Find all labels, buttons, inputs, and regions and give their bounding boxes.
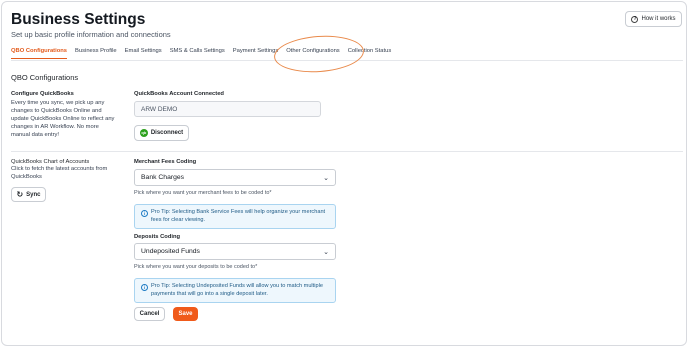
save-button[interactable]: Save [173, 307, 198, 321]
configure-quickbooks-info: Configure QuickBooks Every time you sync… [11, 91, 117, 139]
chevron-down-icon: ⌄ [323, 174, 329, 182]
page-title: Business Settings [11, 11, 146, 28]
deposits-hint: Pick where you want your deposits to be … [134, 264, 258, 270]
chevron-down-icon: ⌄ [323, 248, 329, 256]
merchant-fees-tip: i Pro Tip: Selecting Bank Service Fees w… [134, 204, 336, 229]
merchant-fees-label: Merchant Fees Coding [134, 159, 197, 165]
disconnect-label: Disconnect [150, 130, 184, 136]
cancel-button[interactable]: Cancel [134, 307, 165, 321]
merchant-fees-selected: Bank Charges [141, 174, 185, 181]
account-connected-label: QuickBooks Account Connected [134, 91, 224, 97]
info-icon: i [141, 210, 148, 217]
deposits-tip-text: Pro Tip: Selecting Undeposited Funds wil… [151, 283, 323, 297]
quickbooks-icon: qb [139, 129, 148, 137]
tab-email-settings[interactable]: Email Settings [125, 48, 162, 59]
deposits-label: Deposits Coding [134, 234, 181, 240]
configure-quickbooks-description: Every time you sync, we pick up any chan… [11, 100, 115, 138]
merchant-fees-hint: Pick where you want your merchant fees t… [134, 190, 272, 196]
sync-button[interactable]: ↻ Sync [11, 187, 46, 202]
disconnect-button[interactable]: qb Disconnect [134, 125, 189, 141]
deposits-select[interactable]: Undeposited Funds ⌄ [134, 243, 336, 260]
tab-business-profile[interactable]: Business Profile [75, 48, 117, 59]
chart-of-accounts-info: QuickBooks Chart of Accounts Click to fe… [11, 159, 117, 181]
sync-icon: ↻ [16, 189, 24, 199]
configure-quickbooks-title: Configure QuickBooks [11, 91, 74, 97]
page-subtitle: Set up basic profile information and con… [11, 30, 171, 39]
tab-sms-calls-settings[interactable]: SMS & Calls Settings [170, 48, 225, 59]
how-it-works-button[interactable]: ? How it works [625, 11, 682, 27]
sync-label: Sync [26, 191, 41, 198]
section-divider [11, 150, 683, 152]
how-it-works-label: How it works [641, 16, 676, 22]
highlight-annotation [272, 32, 366, 76]
settings-window: Business Settings Set up basic profile i… [1, 1, 687, 346]
question-circle-icon: ? [631, 15, 639, 23]
merchant-fees-select[interactable]: Bank Charges ⌄ [134, 169, 336, 186]
section-title: QBO Configurations [11, 73, 79, 82]
merchant-fees-tip-text: Pro Tip: Selecting Bank Service Fees wil… [151, 209, 326, 223]
chart-of-accounts-description: Click to fetch the latest accounts from … [11, 166, 108, 180]
info-icon: i [141, 284, 148, 291]
deposits-tip: i Pro Tip: Selecting Undeposited Funds w… [134, 278, 336, 303]
account-connected-field: ARW DEMO [134, 101, 321, 117]
tab-qbo-configurations[interactable]: QBO Configurations [11, 48, 68, 59]
deposits-selected: Undeposited Funds [141, 248, 200, 255]
tab-payment-settings[interactable]: Payment Settings [233, 48, 278, 59]
